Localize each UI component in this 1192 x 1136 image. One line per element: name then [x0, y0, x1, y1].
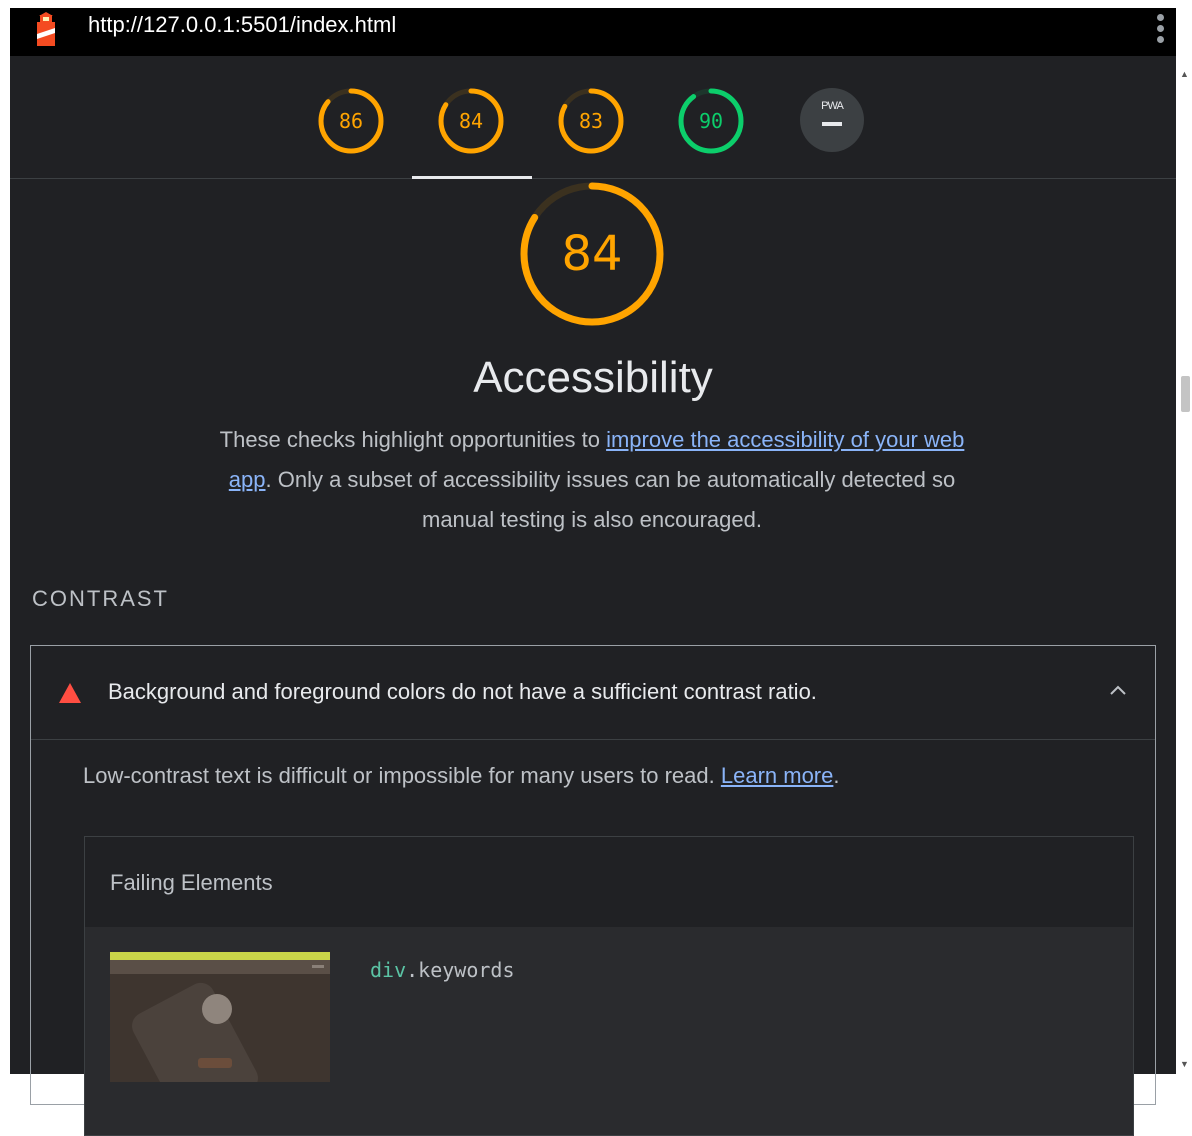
highlight-bar	[110, 952, 330, 960]
gauge-score: 84	[458, 109, 484, 133]
description-text: .	[833, 763, 840, 788]
node-selector[interactable]: div.keywords	[370, 955, 515, 985]
gauge-accessibility[interactable]: 84	[436, 86, 506, 156]
gauge-pwa[interactable]: PWA	[800, 88, 864, 152]
score-gauges-row: 86 84 83 90 PWA	[10, 56, 1176, 179]
table-header: Failing Elements	[85, 837, 1133, 927]
selector-class: keywords	[418, 958, 515, 982]
pwa-label: PWA	[821, 100, 844, 112]
gauge-best-practices[interactable]: 83	[556, 86, 626, 156]
table-header-title: Failing Elements	[110, 870, 273, 895]
gauge-score: 86	[338, 109, 364, 133]
thumbnail-navbar	[110, 960, 330, 974]
category-description: These checks highlight opportunities to …	[196, 420, 988, 540]
vertical-scrollbar[interactable]: ▲ ▼	[1176, 56, 1192, 1074]
thumbnail-circle	[202, 994, 232, 1024]
tools-menu-button[interactable]	[1154, 14, 1166, 46]
audit-group-title: CONTRAST	[32, 586, 169, 611]
audit-description: Low-contrast text is difficult or imposs…	[83, 760, 840, 792]
category-gauge: 84	[516, 178, 668, 330]
category-score: 84	[561, 226, 623, 282]
chevron-up-icon[interactable]	[1109, 684, 1127, 696]
description-text: These checks highlight opportunities to	[219, 427, 607, 452]
learn-more-link[interactable]: Learn more	[721, 763, 834, 788]
dash-icon	[822, 122, 842, 126]
page-url: http://127.0.0.1:5501/index.html	[88, 12, 397, 37]
audit-color-contrast: Background and foreground colors do not …	[30, 645, 1156, 1136]
dot-icon	[1156, 25, 1164, 32]
failing-elements-table: Failing Elements div.keywords	[84, 836, 1134, 1136]
phone-image	[127, 977, 263, 1082]
dot-icon	[1156, 14, 1164, 21]
category-title: Accessibility	[473, 353, 713, 402]
report-topbar: http://127.0.0.1:5501/index.html	[10, 0, 1176, 56]
thumbnail-button	[198, 1058, 232, 1068]
selector-dot: .	[406, 958, 419, 982]
description-text: . Only a subset of accessibility issues …	[265, 467, 956, 532]
gauge-seo[interactable]: 90	[676, 86, 746, 156]
element-screenshot-thumbnail[interactable]	[110, 952, 330, 1082]
scroll-up-arrow-icon[interactable]: ▲	[1180, 70, 1189, 79]
fail-triangle-icon	[59, 683, 81, 703]
scroll-down-arrow-icon[interactable]: ▼	[1180, 1060, 1189, 1069]
gauge-performance[interactable]: 86	[316, 86, 386, 156]
gauge-score: 90	[698, 109, 724, 133]
menu-icon	[312, 965, 324, 968]
scroll-thumb[interactable]	[1181, 376, 1190, 412]
lighthouse-logo-icon	[37, 12, 55, 46]
audit-title: Background and foreground colors do not …	[108, 679, 817, 704]
selected-tab-indicator	[412, 176, 532, 179]
description-text: Low-contrast text is difficult or imposs…	[83, 763, 721, 788]
dot-icon	[1156, 36, 1164, 43]
audit-header[interactable]: Background and foreground colors do not …	[31, 646, 1155, 740]
selector-tag: div	[370, 958, 407, 982]
gauge-score: 83	[578, 109, 604, 133]
